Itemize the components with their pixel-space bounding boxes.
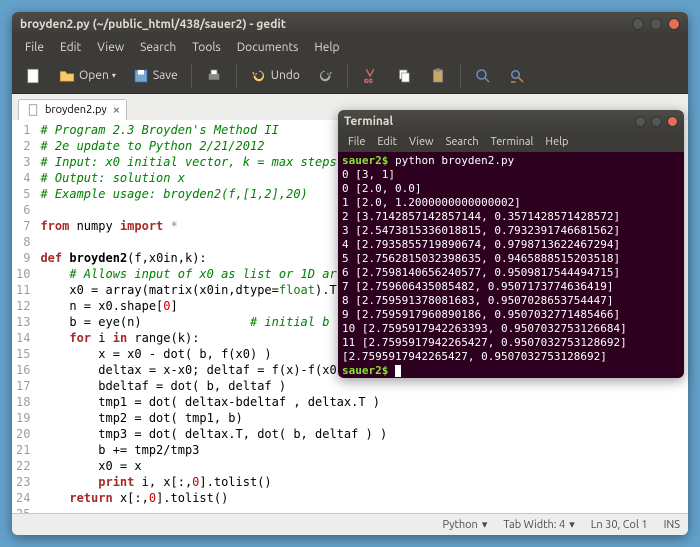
- close-icon[interactable]: [667, 116, 678, 127]
- menu-tools[interactable]: Tools: [185, 39, 228, 56]
- chevron-down-icon: ▾: [569, 518, 575, 531]
- separator: [236, 64, 237, 88]
- terminal-menubar: FileEditViewSearchTerminalHelp: [338, 132, 684, 152]
- toolbar: Open▾ Save Undo: [12, 58, 688, 94]
- save-button[interactable]: Save: [126, 63, 184, 89]
- open-button[interactable]: Open▾: [52, 63, 122, 89]
- redo-button[interactable]: [310, 63, 340, 89]
- menu-terminal[interactable]: Terminal: [485, 134, 540, 150]
- menu-view[interactable]: View: [90, 39, 131, 56]
- menu-help[interactable]: Help: [539, 134, 574, 150]
- menu-edit[interactable]: Edit: [53, 39, 88, 56]
- new-file-button[interactable]: [18, 63, 48, 89]
- chevron-down-icon: ▾: [482, 518, 488, 531]
- menubar: FileEditViewSearchToolsDocumentsHelp: [12, 36, 688, 58]
- tab-broyden2[interactable]: broyden2.py ×: [18, 99, 127, 120]
- separator: [347, 64, 348, 88]
- insert-mode: INS: [664, 519, 680, 531]
- cut-button[interactable]: [355, 63, 385, 89]
- terminal-window: Terminal FileEditViewSearchTerminalHelp …: [338, 110, 684, 378]
- separator: [460, 64, 461, 88]
- paste-button[interactable]: [423, 63, 453, 89]
- terminal-output[interactable]: sauer2$ python broyden2.py 0 [3, 1] 0 [2…: [338, 152, 684, 378]
- copy-button[interactable]: [389, 63, 419, 89]
- separator: [191, 64, 192, 88]
- lang-selector[interactable]: Python ▾: [443, 518, 488, 531]
- statusbar: Python ▾ Tab Width: 4 ▾ Ln 30, Col 1 INS: [12, 513, 688, 535]
- terminal-window-controls: [635, 116, 678, 127]
- terminal-titlebar: Terminal: [338, 110, 684, 132]
- maximize-icon[interactable]: [651, 116, 662, 127]
- tab-label: broyden2.py: [45, 104, 107, 116]
- cursor-position: Ln 30, Col 1: [591, 519, 648, 531]
- file-icon: [27, 104, 39, 116]
- tab-width-selector[interactable]: Tab Width: 4 ▾: [503, 518, 574, 531]
- menu-help[interactable]: Help: [307, 39, 346, 56]
- menu-search[interactable]: Search: [440, 134, 485, 150]
- line-numbers: 1234567891011121314151617181920212223242…: [12, 120, 36, 524]
- menu-search[interactable]: Search: [133, 39, 183, 56]
- maximize-icon[interactable]: [650, 18, 662, 30]
- minimize-icon[interactable]: [632, 18, 644, 30]
- menu-file[interactable]: File: [342, 134, 371, 150]
- window-controls: [632, 18, 680, 30]
- find-replace-button[interactable]: [502, 63, 532, 89]
- tab-close-icon[interactable]: ×: [113, 103, 120, 117]
- chevron-down-icon: ▾: [112, 71, 116, 80]
- undo-button[interactable]: Undo: [244, 63, 306, 89]
- find-button[interactable]: [468, 63, 498, 89]
- menu-documents[interactable]: Documents: [230, 39, 306, 56]
- menu-edit[interactable]: Edit: [371, 134, 403, 150]
- titlebar: broyden2.py (~/public_html/438/sauer2) -…: [12, 12, 688, 36]
- print-button[interactable]: [199, 63, 229, 89]
- menu-view[interactable]: View: [403, 134, 440, 150]
- minimize-icon[interactable]: [635, 116, 646, 127]
- menu-file[interactable]: File: [18, 39, 51, 56]
- window-title: broyden2.py (~/public_html/438/sauer2) -…: [20, 18, 632, 31]
- close-icon[interactable]: [668, 18, 680, 30]
- terminal-title: Terminal: [344, 115, 635, 128]
